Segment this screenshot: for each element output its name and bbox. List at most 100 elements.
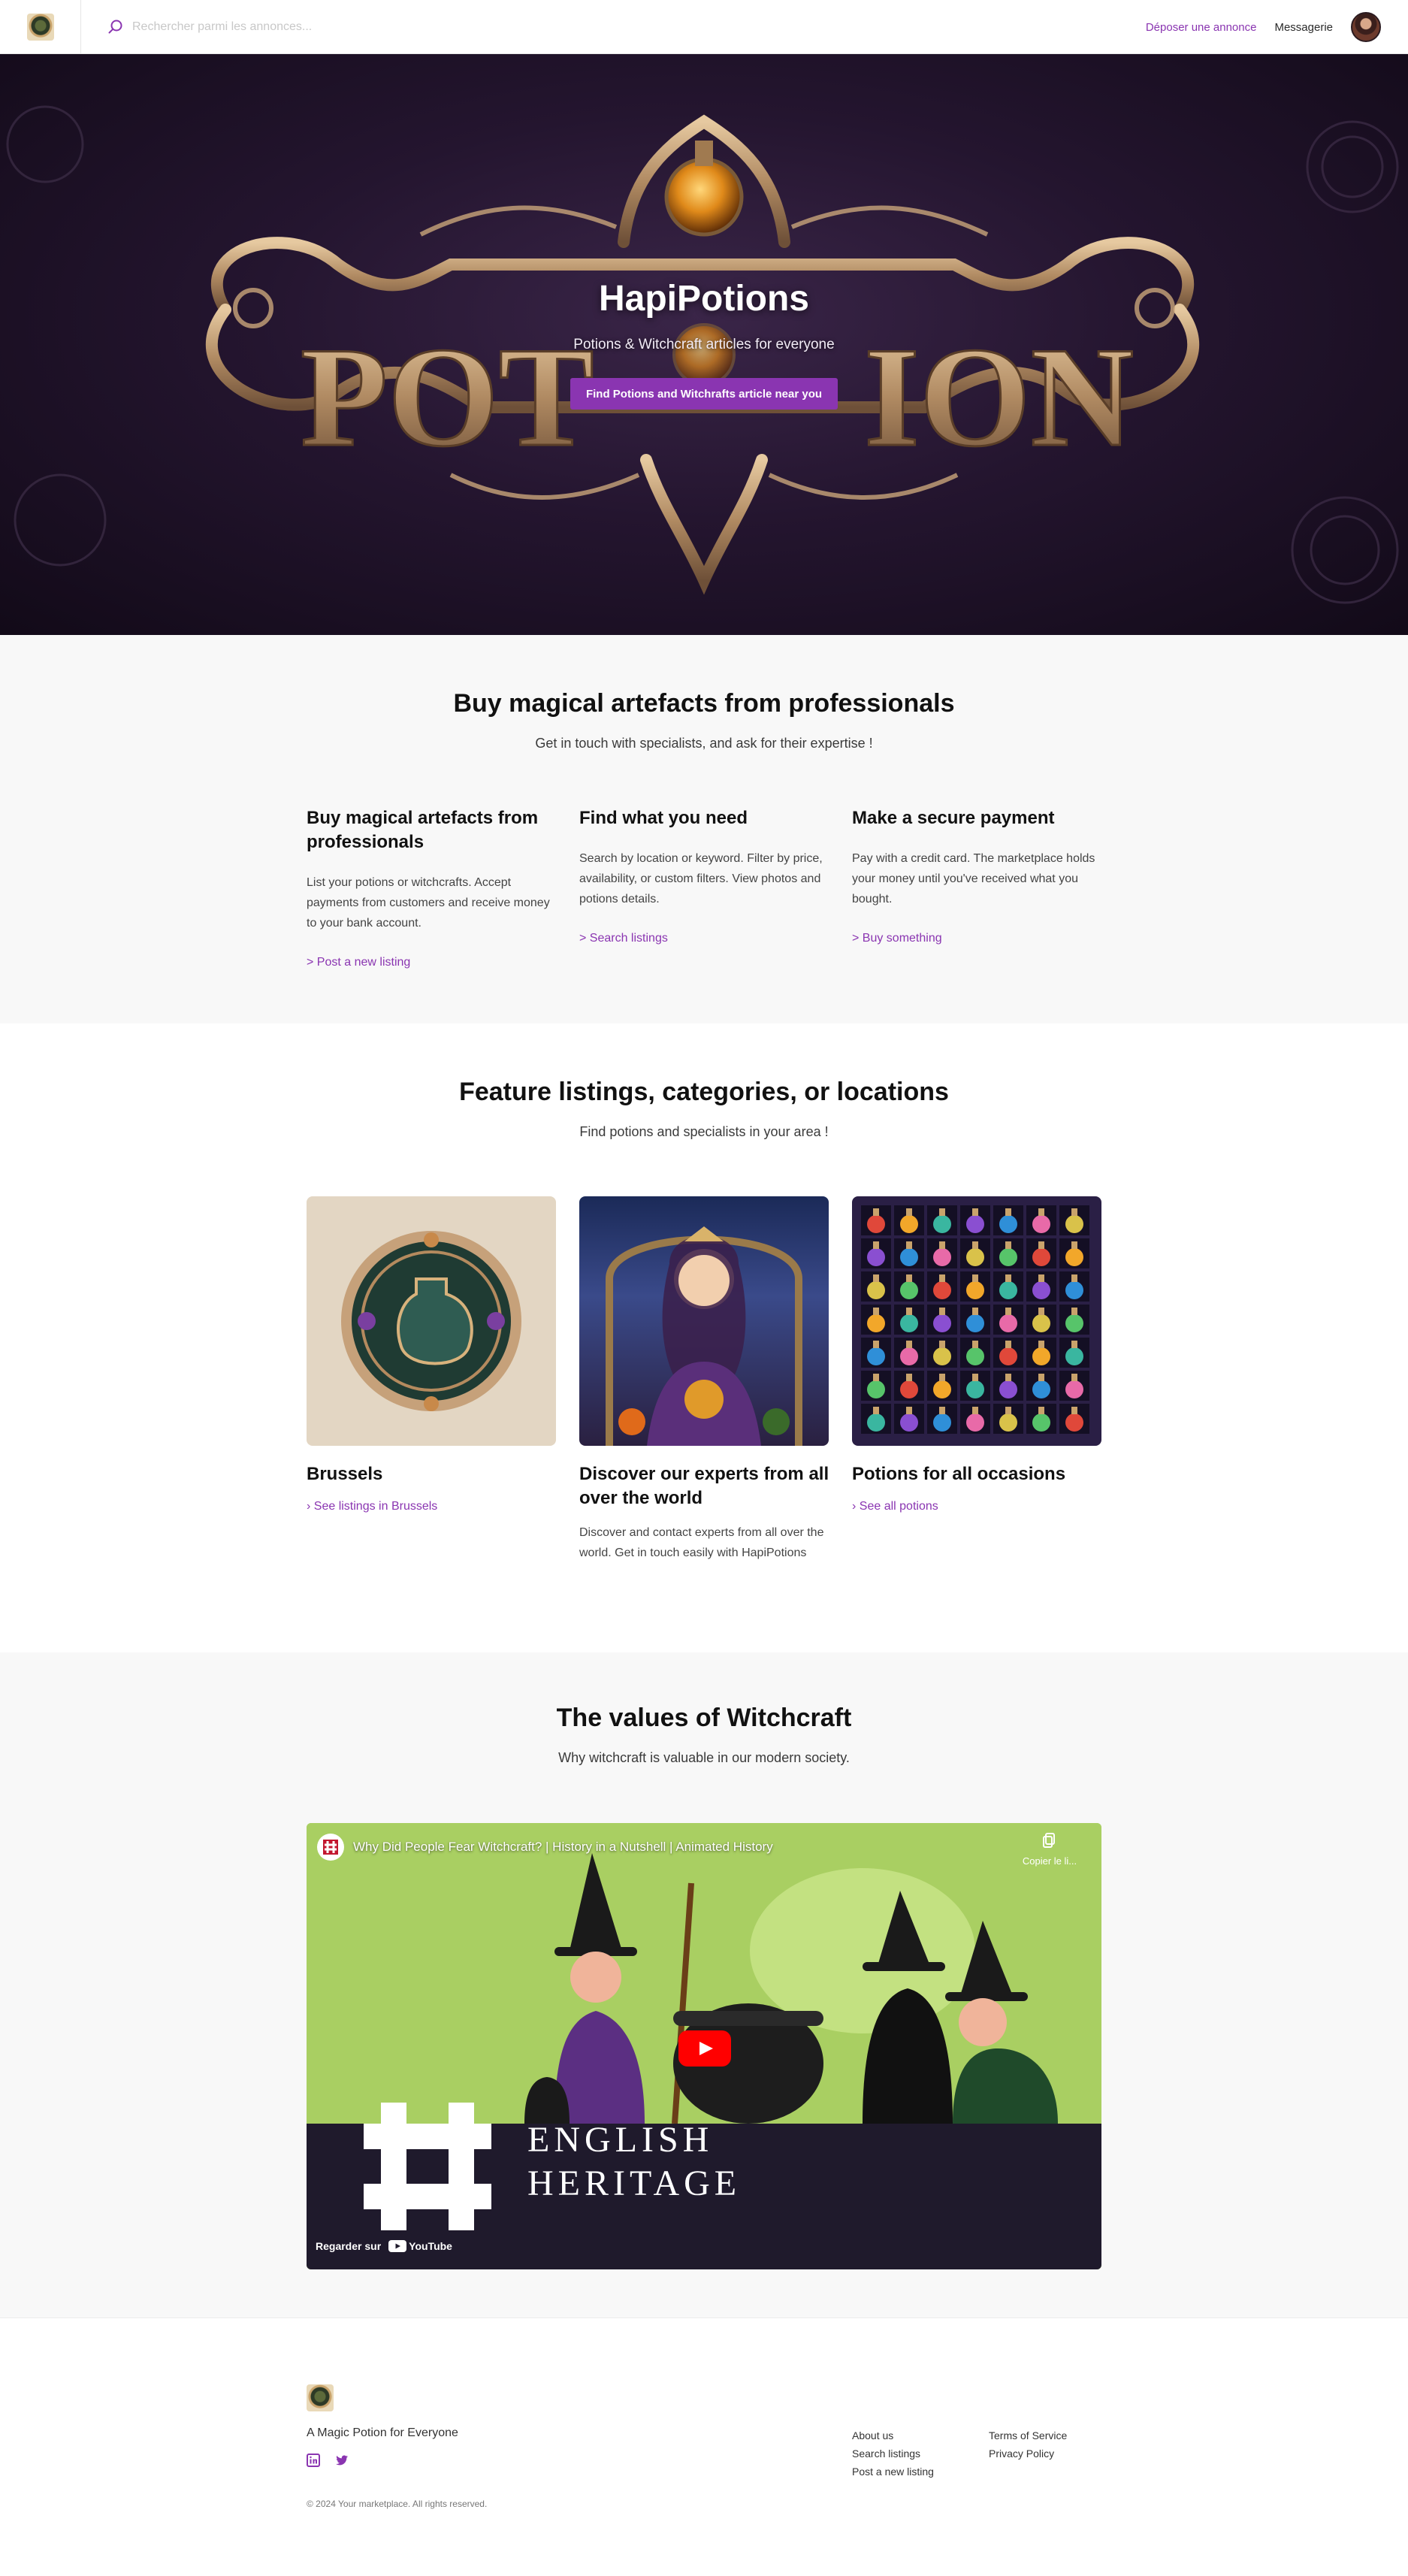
brand-line-2: HERITAGE bbox=[527, 2163, 742, 2203]
potion-bottle-neck bbox=[1071, 1374, 1077, 1381]
potion-bottle-neck bbox=[906, 1308, 912, 1315]
potion-bottle-neck bbox=[1071, 1407, 1077, 1414]
potion-bottle bbox=[933, 1413, 951, 1432]
potion-bottle bbox=[1065, 1347, 1083, 1365]
potion-bottle bbox=[1032, 1215, 1050, 1233]
potion-bottle bbox=[933, 1347, 951, 1365]
potion-bottle-neck bbox=[873, 1341, 879, 1348]
potion-bottle bbox=[1032, 1347, 1050, 1365]
see-all-potions-link[interactable]: › See all potions bbox=[852, 1500, 938, 1513]
linkedin-icon[interactable] bbox=[307, 2454, 320, 2467]
potion-bottle bbox=[999, 1413, 1017, 1432]
potion-bottle bbox=[1032, 1413, 1050, 1432]
search-listings-link[interactable]: > Search listings bbox=[579, 932, 827, 945]
play-button[interactable] bbox=[678, 2030, 731, 2067]
features-subtitle: Find potions and specialists in your are… bbox=[579, 1124, 829, 1139]
potion-bottle-neck bbox=[1005, 1374, 1011, 1381]
hero: POT ION HapiPotions Potions & Witchcraft… bbox=[0, 54, 1408, 635]
potion-bottle-neck bbox=[1071, 1208, 1077, 1216]
how-column-text: Search by location or keyword. Filter by… bbox=[579, 852, 823, 906]
copy-link-button[interactable]: Copier le li... bbox=[1016, 1832, 1083, 1867]
potion-bottle bbox=[999, 1380, 1017, 1398]
footer-copyright: © 2024 Your marketplace. All rights rese… bbox=[307, 2499, 488, 2509]
potion-bottle-neck bbox=[939, 1341, 945, 1348]
potion-bottle-neck bbox=[939, 1274, 945, 1282]
potion-bottle bbox=[1065, 1314, 1083, 1332]
footer-link-post[interactable]: Post a new listing bbox=[852, 2466, 934, 2478]
potion-bottle-neck bbox=[939, 1208, 945, 1216]
potion-bottle-neck bbox=[1038, 1374, 1044, 1381]
potion-bottle bbox=[867, 1314, 885, 1332]
hero-cta-button[interactable]: Find Potions and Witchrafts article near… bbox=[570, 378, 838, 410]
how-column-find: Find what you need Search by location or… bbox=[579, 806, 827, 945]
potion-bottle-neck bbox=[1005, 1208, 1011, 1216]
potion-bottle bbox=[1032, 1380, 1050, 1398]
footer-link-terms[interactable]: Terms of Service bbox=[989, 2429, 1067, 2441]
youtube-embed[interactable]: Why Did People Fear Witchcraft? | Histor… bbox=[307, 1823, 1101, 2269]
potion-bottle bbox=[900, 1314, 918, 1332]
potion-bottle-neck bbox=[906, 1274, 912, 1282]
features-section: Feature listings, categories, or locatio… bbox=[0, 1023, 1408, 1652]
twitter-icon[interactable] bbox=[335, 2454, 349, 2467]
potion-bottle-neck bbox=[906, 1374, 912, 1381]
youtube-logo: YouTube bbox=[388, 2240, 452, 2252]
potions-card-image[interactable] bbox=[852, 1196, 1101, 1446]
footer-link-search[interactable]: Search listings bbox=[852, 2448, 920, 2460]
avatar[interactable] bbox=[1351, 12, 1381, 42]
potion-bottle-neck bbox=[972, 1341, 978, 1348]
watch-on-youtube[interactable]: Regarder sur YouTube bbox=[316, 2240, 452, 2252]
potion-bottle bbox=[966, 1281, 984, 1299]
footer: A Magic Potion for Everyone © 2024 Your … bbox=[0, 2317, 1408, 2576]
potion-bottle-neck bbox=[1038, 1241, 1044, 1249]
footer-tagline: A Magic Potion for Everyone bbox=[307, 2426, 458, 2439]
potion-bottle bbox=[900, 1380, 918, 1398]
potion-bottle bbox=[1032, 1281, 1050, 1299]
potion-bottle bbox=[867, 1380, 885, 1398]
card-heading: Brussels bbox=[307, 1464, 383, 1484]
logo-link[interactable] bbox=[0, 0, 81, 54]
experts-card-image[interactable] bbox=[579, 1196, 829, 1446]
card-text: Discover and contact experts from all ov… bbox=[579, 1526, 824, 1559]
sorceress-image bbox=[606, 1226, 802, 1446]
post-new-listing-link[interactable]: > Post a new listing bbox=[307, 956, 554, 969]
potion-bottle bbox=[1032, 1314, 1050, 1332]
features-title: Feature listings, categories, or locatio… bbox=[459, 1078, 949, 1106]
how-subtitle: Get in touch with specialists, and ask f… bbox=[535, 736, 873, 751]
how-column-heading: Find what you need bbox=[579, 808, 748, 828]
potion-bottle bbox=[867, 1347, 885, 1365]
potion-bottle bbox=[900, 1281, 918, 1299]
potion-bottle-neck bbox=[972, 1208, 978, 1216]
potion-bottle bbox=[900, 1248, 918, 1266]
potion-bottle-neck bbox=[1038, 1274, 1044, 1282]
video-title[interactable]: Why Did People Fear Witchcraft? | Histor… bbox=[353, 1840, 773, 1855]
potion-bottle bbox=[933, 1380, 951, 1398]
post-listing-link[interactable]: Déposer une annonce bbox=[1146, 21, 1257, 34]
how-column-sell: Buy magical artefacts from professionals… bbox=[307, 806, 554, 969]
brussels-card-image[interactable] bbox=[307, 1196, 556, 1446]
footer-link-about[interactable]: About us bbox=[852, 2429, 893, 2441]
potion-bottle bbox=[966, 1380, 984, 1398]
messages-link[interactable]: Messagerie bbox=[1274, 21, 1333, 34]
how-column-text: Pay with a credit card. The marketplace … bbox=[852, 852, 1095, 906]
card-heading: Potions for all occasions bbox=[852, 1464, 1066, 1484]
potion-bottle bbox=[966, 1413, 984, 1432]
potion-bottle bbox=[999, 1248, 1017, 1266]
footer-link-privacy[interactable]: Privacy Policy bbox=[989, 2448, 1054, 2460]
search-bar bbox=[107, 0, 633, 54]
potion-bottle-neck bbox=[1071, 1241, 1077, 1249]
potion-bottle bbox=[1065, 1248, 1083, 1266]
potion-bottle-neck bbox=[906, 1341, 912, 1348]
potion-bottle-neck bbox=[939, 1241, 945, 1249]
potion-bottle-neck bbox=[972, 1308, 978, 1315]
search-input[interactable] bbox=[132, 20, 583, 34]
potion-bottle bbox=[1032, 1248, 1050, 1266]
potion-bottle bbox=[900, 1347, 918, 1365]
potion-bottle bbox=[867, 1413, 885, 1432]
topbar: Déposer une annonce Messagerie bbox=[0, 0, 1408, 54]
potion-bottle-neck bbox=[939, 1374, 945, 1381]
footer-logo[interactable] bbox=[307, 2384, 334, 2411]
potion-bottle-neck bbox=[1005, 1241, 1011, 1249]
channel-avatar[interactable] bbox=[317, 1834, 344, 1861]
see-listings-brussels-link[interactable]: › See listings in Brussels bbox=[307, 1500, 437, 1513]
buy-something-link[interactable]: > Buy something bbox=[852, 932, 1100, 945]
